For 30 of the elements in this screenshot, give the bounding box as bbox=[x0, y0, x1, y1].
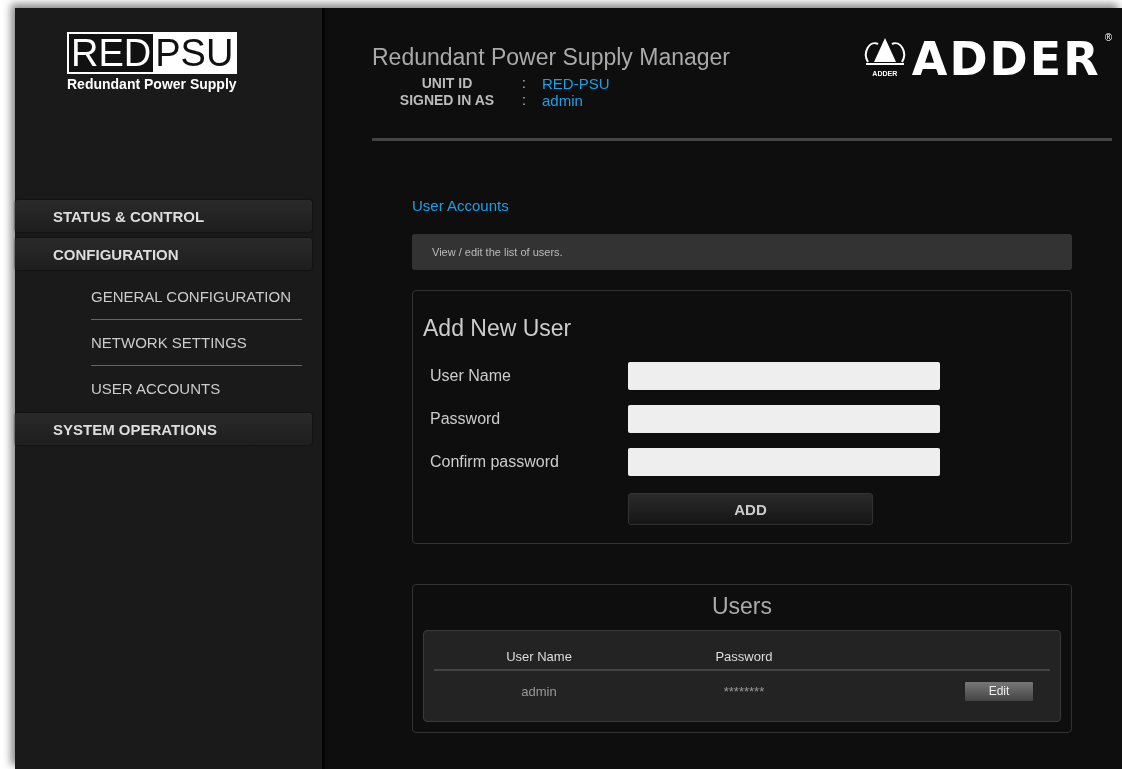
nav-section[interactable]: CONFIGURATION bbox=[15, 238, 312, 270]
info-separator: : bbox=[522, 92, 527, 109]
info-value: RED-PSU bbox=[542, 75, 611, 92]
brand-name: ADDER bbox=[911, 32, 1101, 86]
info-label: SIGNED IN AS bbox=[398, 92, 496, 109]
registered-mark: ® bbox=[1104, 32, 1112, 43]
panel-title: Add New User bbox=[423, 315, 573, 342]
nav-section[interactable]: SYSTEM OPERATIONS bbox=[15, 413, 312, 445]
column-header: Password bbox=[714, 648, 774, 664]
edit-button[interactable]: Edit bbox=[964, 680, 1034, 702]
info-label: UNIT ID bbox=[420, 75, 474, 92]
table-cell-text: admin bbox=[520, 683, 558, 699]
field-label: User Name bbox=[429, 366, 512, 385]
field-label: Password bbox=[429, 409, 502, 428]
info-separator: : bbox=[522, 75, 527, 92]
table-cell-text: ******** bbox=[722, 683, 766, 699]
nav-section[interactable]: STATUS & CONTROL bbox=[15, 200, 312, 232]
nav-item[interactable]: USER ACCOUNTS bbox=[91, 366, 302, 411]
nav-item[interactable]: NETWORK SETTINGS bbox=[91, 320, 302, 366]
app-title: Redundant Power Supply Manager bbox=[372, 44, 730, 71]
page-title: User Accounts bbox=[412, 197, 510, 214]
info-value: admin bbox=[542, 92, 584, 109]
logo-tagline: Redundant Power Supply bbox=[67, 76, 237, 92]
logo: RED PSU bbox=[67, 32, 238, 74]
panel-title: Users bbox=[710, 593, 774, 620]
column-header: User Name bbox=[505, 648, 573, 664]
nav-item[interactable]: GENERAL CONFIGURATION bbox=[91, 274, 302, 320]
field-label: Confirm password bbox=[429, 452, 560, 471]
page-description: View / edit the list of users. bbox=[412, 234, 1072, 270]
add-button[interactable]: ADD bbox=[628, 493, 873, 525]
